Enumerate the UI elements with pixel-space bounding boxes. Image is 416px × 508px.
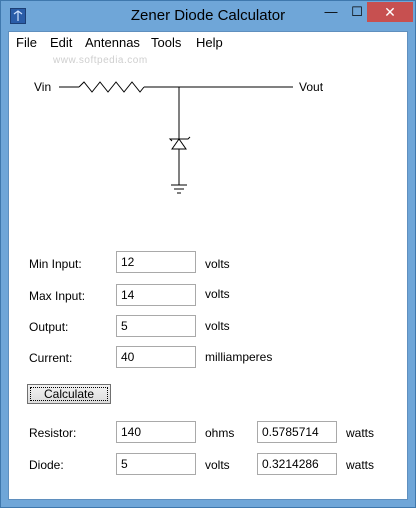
current-field[interactable]: [116, 346, 196, 368]
zener-circuit-diagram: Vin Vout: [34, 80, 324, 194]
resistor-value-field[interactable]: [116, 421, 196, 443]
diode-power-field[interactable]: [257, 453, 337, 475]
vin-label: Vin: [34, 80, 51, 94]
diode-label: Diode:: [29, 458, 64, 472]
current-label: Current:: [29, 351, 73, 365]
resistor-label: Resistor:: [29, 426, 77, 440]
calculate-button[interactable]: Calculate: [27, 384, 111, 404]
ground-icon: [171, 184, 187, 194]
current-unit: milliamperes: [205, 350, 273, 364]
resistor-icon: [78, 81, 145, 93]
min-input-field[interactable]: [116, 251, 196, 273]
max-input-label: Max Input:: [29, 289, 86, 303]
client-area: File Edit Antennas Tools Help www.softpe…: [8, 31, 408, 500]
min-input-label: Min Input:: [29, 257, 82, 271]
max-input-field[interactable]: [116, 284, 196, 306]
menu-tools[interactable]: Tools: [151, 35, 181, 50]
resistor-power-field[interactable]: [257, 421, 337, 443]
title-bar[interactable]: Zener Diode Calculator — ☐ ✕: [1, 1, 415, 31]
output-label: Output:: [29, 320, 69, 334]
minimize-button[interactable]: —: [318, 2, 344, 22]
menu-antennas[interactable]: Antennas: [85, 35, 140, 50]
resistor-unit: ohms: [205, 426, 235, 440]
output-field[interactable]: [116, 315, 196, 337]
diode-value-field[interactable]: [116, 453, 196, 475]
menu-bar: File Edit Antennas Tools Help: [9, 32, 407, 52]
app-window: Zener Diode Calculator — ☐ ✕ File Edit A…: [0, 0, 416, 508]
close-button[interactable]: ✕: [367, 2, 413, 22]
vout-label: Vout: [299, 80, 324, 94]
diode-unit: volts: [205, 458, 230, 472]
diode-power-unit: watts: [346, 458, 375, 472]
zener-diode-icon: [168, 136, 191, 150]
resistor-power-unit: watts: [346, 426, 375, 440]
output-unit: volts: [205, 319, 230, 333]
menu-help[interactable]: Help: [196, 35, 223, 50]
max-input-unit: volts: [205, 287, 230, 301]
menu-file[interactable]: File: [16, 35, 37, 50]
menu-edit[interactable]: Edit: [50, 35, 72, 50]
min-input-unit: volts: [205, 257, 230, 271]
